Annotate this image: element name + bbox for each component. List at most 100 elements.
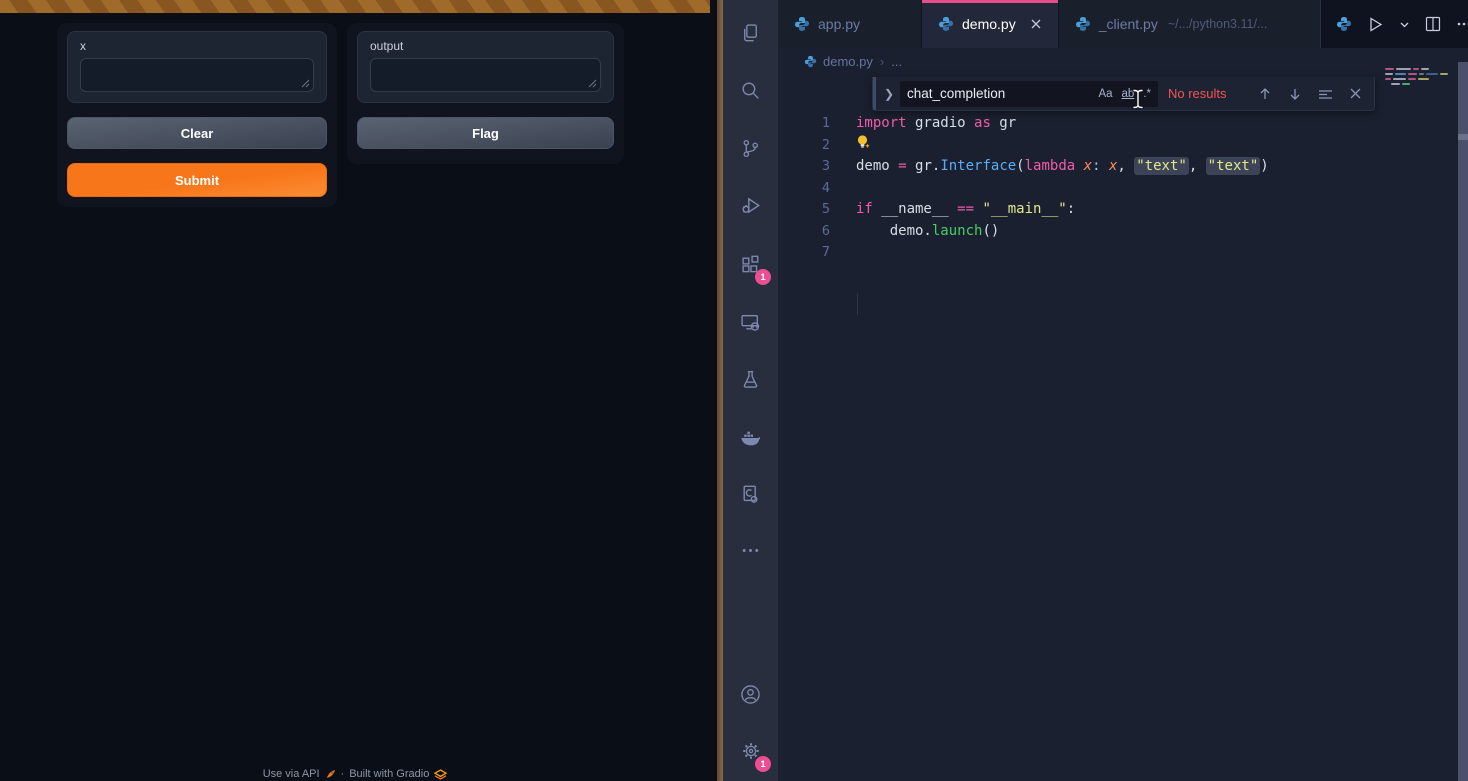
code-line: 2 [778, 135, 1468, 157]
run-dropdown-chevron-icon[interactable] [1399, 19, 1410, 30]
line-number: 3 [778, 156, 830, 178]
loading-progress-bar [0, 0, 710, 13]
code-token: gradio [907, 115, 974, 131]
line-number: 7 [778, 242, 830, 264]
extensions-badge: 1 [755, 269, 771, 285]
python-file-icon [804, 55, 817, 68]
previous-match-icon[interactable] [1258, 87, 1272, 101]
code-text: import gradio as gr [830, 113, 1016, 135]
output-label: output [370, 39, 601, 53]
close-find-widget-icon[interactable] [1349, 87, 1362, 100]
screen: x Clear Submit output Flag Use via API · [0, 0, 1468, 781]
tab-client-py[interactable]: _client.py ~/.../python3.11/... [1059, 0, 1321, 48]
input-column: x Clear Submit [57, 23, 337, 207]
gradio-footer: Use via API · Built with Gradio [0, 768, 710, 780]
resize-handle-icon[interactable] [301, 79, 310, 88]
output-column: output Flag [347, 23, 624, 164]
editor-actions [1321, 0, 1468, 48]
search-icon[interactable] [723, 66, 778, 114]
api-rocket-icon [325, 769, 336, 780]
activity-bar: 1 1 [723, 0, 778, 781]
settings-gear-icon[interactable]: 1 [723, 727, 778, 775]
more-views-icon[interactable] [723, 526, 778, 574]
code-token: ) [1260, 158, 1268, 174]
scrollbar-thumb[interactable] [1458, 134, 1468, 140]
input-textarea[interactable] [80, 58, 314, 92]
clear-button[interactable]: Clear [67, 117, 327, 149]
code-line: 1import gradio as gr [778, 113, 1468, 135]
breadcrumb-file-label: demo.py [823, 54, 873, 69]
code-token: gr [991, 115, 1016, 131]
find-in-selection-icon[interactable] [1318, 87, 1333, 101]
code-token: import [856, 115, 907, 131]
settings-badge: 1 [755, 756, 771, 772]
code-text [830, 178, 856, 200]
quick-fix-lightbulb-icon[interactable] [855, 134, 872, 151]
more-actions-icon[interactable] [1456, 16, 1468, 32]
toggle-replace-chevron-icon[interactable]: ❯ [878, 87, 900, 101]
cmake-tools-icon[interactable] [723, 470, 778, 518]
extensions-icon[interactable]: 1 [723, 240, 778, 288]
input-label: x [80, 39, 314, 53]
resize-handle-icon[interactable] [588, 79, 597, 88]
python-interpreter-icon[interactable] [1336, 16, 1352, 32]
output-textarea[interactable] [370, 58, 601, 92]
code-token: , [1189, 158, 1206, 174]
code-editor[interactable]: 1import gradio as gr23demo = gr.Interfac… [778, 74, 1468, 781]
next-match-icon[interactable] [1288, 87, 1302, 101]
code-line: 3demo = gr.Interface(lambda x: x, "text"… [778, 156, 1468, 178]
submit-button[interactable]: Submit [67, 163, 327, 197]
source-control-icon[interactable] [723, 124, 778, 172]
find-actions [1258, 87, 1362, 101]
find-widget: ❯ chat_completion Aa ab .* No results [872, 77, 1375, 111]
find-results-status: No results [1168, 86, 1227, 101]
gradio-app-pane: x Clear Submit output Flag Use via API · [0, 0, 717, 781]
tab-label: app.py [818, 16, 860, 32]
explorer-icon[interactable] [723, 9, 778, 57]
code-token [1075, 158, 1083, 174]
breadcrumb-symbol[interactable]: ... [891, 54, 902, 69]
built-with-gradio-link[interactable]: Built with Gradio [349, 768, 429, 780]
tab-label: _client.py [1099, 16, 1158, 32]
tab-app-py[interactable]: app.py [778, 0, 922, 48]
match-case-toggle[interactable]: Aa [1098, 88, 1112, 100]
tab-demo-py[interactable]: demo.py [922, 0, 1059, 48]
split-editor-icon[interactable] [1425, 16, 1441, 32]
code-token: "text" [1134, 157, 1189, 175]
vscode-window: 1 1 [723, 0, 1468, 781]
line-number: 6 [778, 221, 830, 243]
python-file-icon [1075, 16, 1091, 32]
accounts-icon[interactable] [723, 670, 778, 718]
scrollbar[interactable] [1458, 62, 1468, 781]
code-token [1101, 158, 1109, 174]
gradio-logo-icon [434, 769, 447, 780]
whole-word-toggle[interactable]: ab [1122, 88, 1135, 100]
code-token: : [1092, 158, 1100, 174]
code-line: 7 [778, 242, 1468, 264]
code-token: , [1117, 158, 1134, 174]
docker-icon[interactable] [723, 413, 778, 461]
minimap[interactable] [1385, 68, 1451, 108]
code-token: as [974, 115, 991, 131]
testing-flask-icon[interactable] [723, 355, 778, 403]
regex-toggle[interactable]: .* [1143, 88, 1151, 100]
code-line: 5if __name__ == "__main__": [778, 199, 1468, 221]
breadcrumb: demo.py › ... [778, 48, 1468, 74]
line-number: 2 [778, 135, 830, 157]
code-token: demo [856, 158, 898, 174]
breadcrumb-file[interactable]: demo.py [804, 54, 873, 69]
indent-guide [857, 294, 858, 315]
input-block: x [67, 31, 327, 103]
find-widget-sash[interactable] [873, 77, 876, 110]
remote-explorer-icon[interactable] [723, 298, 778, 346]
footer-separator: · [341, 768, 345, 780]
close-tab-icon[interactable] [1030, 18, 1042, 30]
breadcrumb-separator: › [880, 54, 884, 69]
use-via-api-link[interactable]: Use via API [263, 768, 320, 780]
find-input[interactable]: chat_completion Aa ab .* [900, 81, 1158, 107]
code-token: __name__ [873, 201, 957, 217]
run-and-debug-icon[interactable] [723, 182, 778, 230]
run-python-file-button[interactable] [1367, 16, 1384, 33]
flag-button[interactable]: Flag [357, 117, 614, 149]
code-text: if __name__ == "__main__": [830, 199, 1075, 221]
